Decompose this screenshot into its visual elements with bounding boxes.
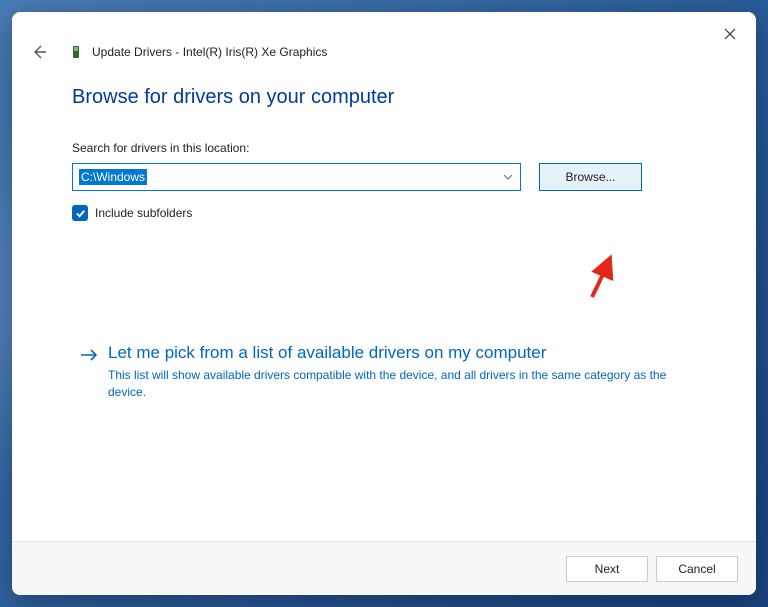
- path-combobox[interactable]: C:\Windows: [72, 163, 521, 191]
- close-button[interactable]: [718, 22, 742, 46]
- cancel-button[interactable]: Cancel: [656, 556, 738, 582]
- include-subfolders-label: Include subfolders: [95, 206, 192, 220]
- close-icon: [724, 28, 736, 40]
- chevron-down-icon: [503, 174, 513, 180]
- back-button[interactable]: [30, 43, 48, 61]
- page-heading: Browse for drivers on your computer: [72, 86, 716, 109]
- include-subfolders-checkbox[interactable]: [72, 205, 88, 221]
- browse-button[interactable]: Browse...: [539, 163, 642, 191]
- next-button[interactable]: Next: [566, 556, 648, 582]
- content-area: Browse for drivers on your computer Sear…: [12, 62, 756, 541]
- update-drivers-dialog: Update Drivers - Intel(R) Iris(R) Xe Gra…: [12, 12, 756, 595]
- right-arrow-icon: [80, 345, 98, 402]
- dialog-footer: Next Cancel: [12, 541, 756, 595]
- back-arrow-icon: [31, 44, 47, 60]
- window-title: Update Drivers - Intel(R) Iris(R) Xe Gra…: [92, 45, 327, 59]
- pick-from-list-option[interactable]: Let me pick from a list of available dri…: [72, 335, 716, 412]
- titlebar: Update Drivers - Intel(R) Iris(R) Xe Gra…: [12, 12, 756, 62]
- device-icon: [68, 44, 84, 60]
- checkmark-icon: [75, 208, 86, 219]
- search-location-label: Search for drivers in this location:: [72, 141, 716, 155]
- pick-from-list-description: This list will show available drivers co…: [108, 367, 668, 402]
- path-value: C:\Windows: [73, 164, 496, 190]
- dropdown-caret[interactable]: [496, 164, 520, 190]
- pick-from-list-title: Let me pick from a list of available dri…: [108, 343, 668, 363]
